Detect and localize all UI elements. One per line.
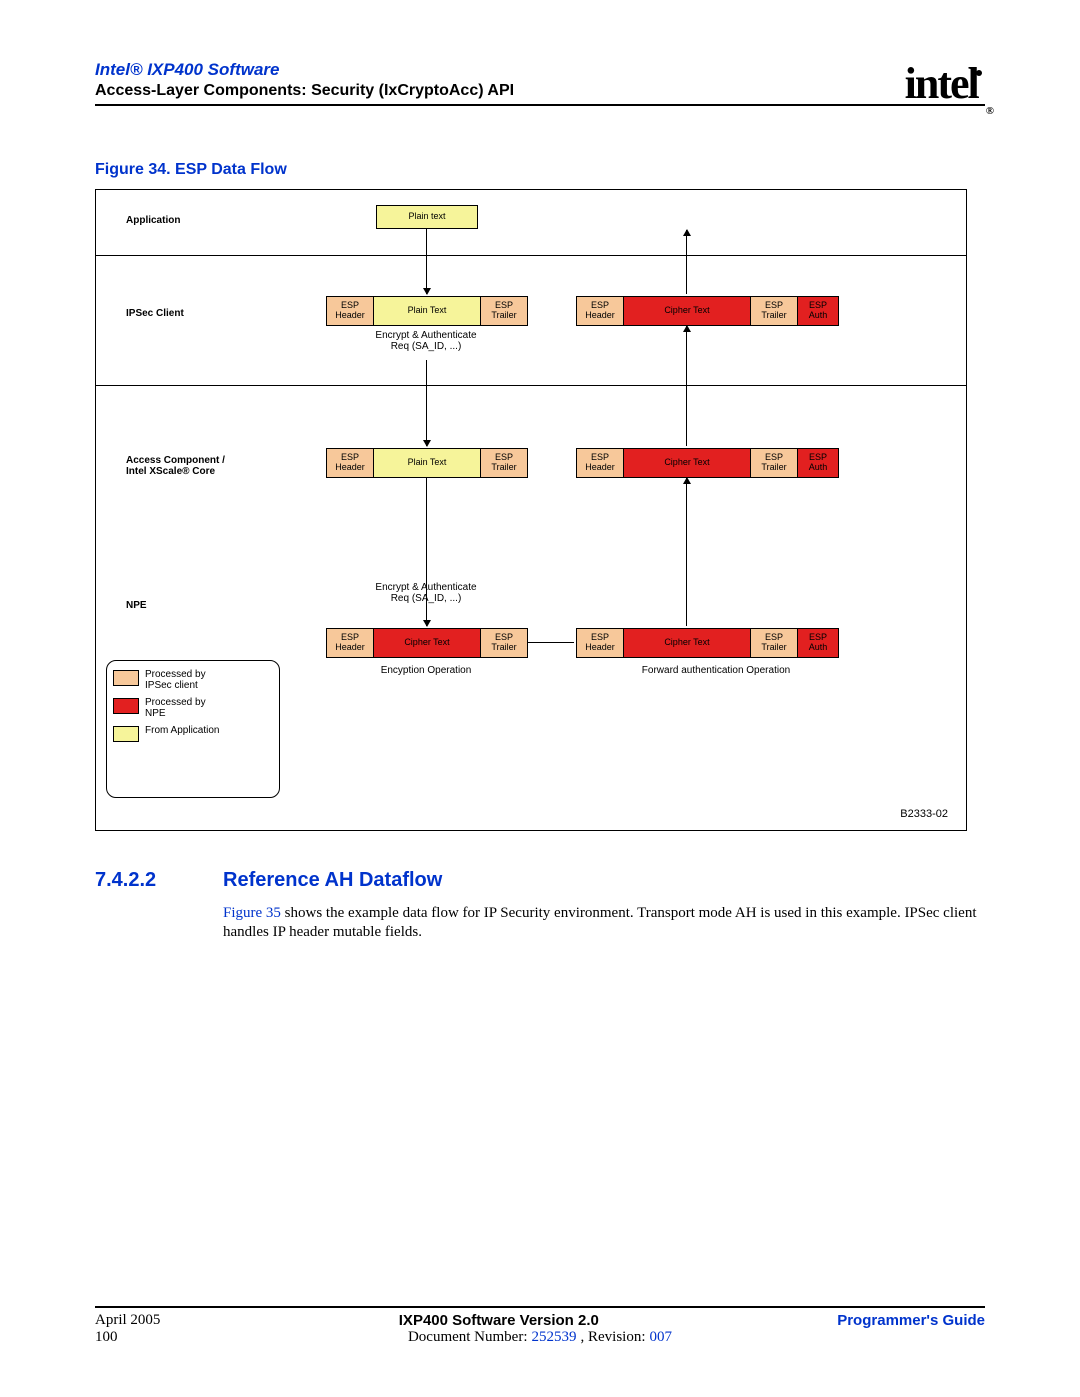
logo-registered-icon: ® [986, 105, 992, 117]
block-esp-header-2l: ESP Header [326, 296, 374, 326]
diagram-id: B2333-02 [900, 808, 948, 820]
footer-guide-link[interactable]: Programmer's Guide [837, 1312, 985, 1329]
connector-npe-groups [528, 642, 574, 643]
label-access-component: Access Component / Intel XScale® Core [126, 455, 225, 477]
section-paragraph: Figure 35 shows the example data flow fo… [223, 904, 983, 942]
page-content: Intel® IXP400 Software Access-Layer Comp… [95, 60, 995, 942]
legend-row-ipsec: Processed by IPSec client [113, 669, 273, 691]
block-esp-trailer-2r: ESP Trailer [750, 296, 798, 326]
block-esp-header-3l: ESP Header [326, 448, 374, 478]
section-heading: 7.4.2.2 Reference AH Dataflow [95, 869, 995, 892]
footer-rev-label: , Revision: [581, 1329, 646, 1346]
block-plaintext-app: Plain text [376, 205, 478, 229]
arrow-access-to-npe [426, 478, 427, 626]
logo-dot-icon [976, 70, 982, 76]
block-ciphertext-2r: Cipher Text [623, 296, 751, 326]
legend-label-app: From Application [145, 725, 219, 736]
swatch-red [113, 698, 139, 714]
header-rule [95, 104, 985, 106]
block-esp-trailer-3r: ESP Trailer [750, 448, 798, 478]
section-number: 7.4.2.2 [95, 869, 185, 892]
block-esp-header-3r: ESP Header [576, 448, 624, 478]
page-footer: April 2005 IXP400 Software Version 2.0 P… [95, 1306, 985, 1347]
block-esp-trailer-4r: ESP Trailer [750, 628, 798, 658]
block-ciphertext-4r: Cipher Text [623, 628, 751, 658]
block-esp-trailer-3l: ESP Trailer [480, 448, 528, 478]
block-ciphertext-4l: Cipher Text [373, 628, 481, 658]
block-esp-header-2r: ESP Header [576, 296, 624, 326]
section-title: Reference AH Dataflow [223, 869, 442, 892]
block-esp-trailer-2l: ESP Trailer [480, 296, 528, 326]
separator-1 [96, 255, 966, 256]
block-esp-auth-2r: ESP Auth [797, 296, 839, 326]
paragraph-text: shows the example data flow for IP Secur… [223, 905, 977, 940]
footer-doc-label: Document Number: [408, 1329, 528, 1346]
block-esp-auth-4r: ESP Auth [797, 628, 839, 658]
legend-label-ipsec: Processed by IPSec client [145, 669, 206, 691]
legend-label-npe: Processed by NPE [145, 697, 206, 719]
footer-page-number: 100 [95, 1329, 118, 1346]
footer-center: IXP400 Software Version 2.0 [399, 1312, 599, 1329]
figure-diagram: Application IPSec Client Access Componen… [95, 189, 967, 831]
figure-35-link[interactable]: Figure 35 [223, 905, 281, 921]
swatch-yellow [113, 726, 139, 742]
legend-row-app: From Application [113, 725, 273, 742]
annot-enc-auth-req-1: Encrypt & Authenticate Req (SA_ID, ...) [326, 330, 526, 352]
block-plaintext-2l: Plain Text [373, 296, 481, 326]
annot-encryption-op: Encyption Operation [346, 665, 506, 676]
logo-text: intel [905, 59, 978, 108]
footer-doc-number: 252539 [532, 1329, 577, 1346]
legend-box: Processed by IPSec client Processed by N… [106, 660, 280, 798]
arrow-ipsec-to-access [426, 360, 427, 446]
label-npe: NPE [126, 600, 147, 611]
block-ciphertext-3r: Cipher Text [623, 448, 751, 478]
legend-row-npe: Processed by NPE [113, 697, 273, 719]
block-esp-auth-3r: ESP Auth [797, 448, 839, 478]
separator-2 [96, 385, 966, 386]
arrow-ipsec-to-app [686, 230, 687, 294]
header-subtitle: Access-Layer Components: Security (IxCry… [95, 82, 995, 100]
label-ipsec-client: IPSec Client [126, 308, 184, 319]
figure-caption: Figure 34. ESP Data Flow [95, 161, 995, 179]
footer-date: April 2005 [95, 1312, 160, 1329]
label-application: Application [126, 215, 180, 226]
intel-logo: intel® [905, 58, 990, 111]
header-title: Intel® IXP400 Software [95, 60, 995, 80]
block-plaintext-3l: Plain Text [373, 448, 481, 478]
block-esp-header-4l: ESP Header [326, 628, 374, 658]
arrow-app-to-ipsec [426, 228, 427, 294]
block-esp-trailer-4l: ESP Trailer [480, 628, 528, 658]
annot-forward-auth-op: Forward authentication Operation [596, 665, 836, 676]
arrow-npe-to-access [686, 478, 687, 626]
footer-rule [95, 1306, 985, 1308]
swatch-peach [113, 670, 139, 686]
block-esp-header-4r: ESP Header [576, 628, 624, 658]
footer-rev-number: 007 [650, 1329, 673, 1346]
arrow-access-to-ipsec [686, 326, 687, 446]
